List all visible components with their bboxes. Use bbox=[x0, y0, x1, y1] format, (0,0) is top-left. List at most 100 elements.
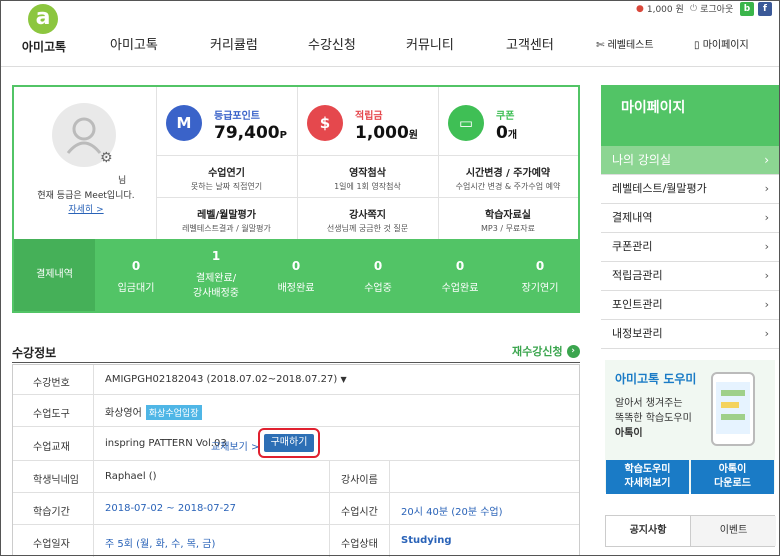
sidebar-item-level-test[interactable]: 레벨테스트/월말평가 › bbox=[601, 175, 779, 204]
logout-link[interactable]: ⏻ 로그아웃 bbox=[690, 2, 733, 16]
atoki-download-label: 다운로드 bbox=[714, 478, 751, 489]
power-icon: ⏻ bbox=[690, 3, 698, 14]
course-info-title: 수강정보 bbox=[12, 346, 57, 360]
sidebar-item-profile[interactable]: 내정보관리 › bbox=[601, 320, 779, 349]
menu-correction[interactable]: 영작첨삭 bbox=[297, 164, 438, 179]
textbook-label: 수업교재 bbox=[33, 442, 70, 453]
menu-teacher-note[interactable]: 강사쪽지 bbox=[297, 206, 438, 221]
chevron-right-icon: › bbox=[764, 298, 769, 311]
points-text: 1,000 원 bbox=[646, 5, 684, 15]
helper-text: 알아서 챙겨주는 똑똑한 학습도우미 아톡이 bbox=[615, 396, 692, 441]
class-status-value: Studying bbox=[401, 535, 452, 546]
status-count: 0 bbox=[373, 259, 383, 273]
divider bbox=[329, 461, 330, 557]
class-tool-value: 화상영어 화상수업입장 bbox=[105, 404, 202, 420]
student-nickname-value: Raphael () bbox=[105, 471, 157, 482]
utensils-icon: ✄ bbox=[596, 40, 605, 51]
chevron-right-icon: › bbox=[764, 182, 769, 195]
sidebar-item-label: 내정보관리 bbox=[612, 327, 663, 340]
atoki-download-button[interactable]: 아톡이 다운로드 bbox=[691, 460, 774, 494]
nav-community[interactable]: 커뮤니티 bbox=[406, 34, 454, 53]
nav-mypage-label: 마이페이지 bbox=[702, 40, 749, 51]
menu-teacher-note-desc: 선생님께 궁금한 것 질문 bbox=[326, 224, 409, 233]
grade-text: 현재 등급은 Meet입니다. bbox=[37, 191, 135, 201]
sidebar-item-coupons[interactable]: 쿠폰관리 › bbox=[601, 233, 779, 262]
nav-curriculum[interactable]: 커리큘럼 bbox=[210, 34, 258, 53]
status-label[interactable]: 결제완료/ 강사배정중 bbox=[176, 271, 256, 301]
sidebar-item-label: 결제내역 bbox=[612, 211, 653, 224]
status-count: 0 bbox=[455, 259, 465, 273]
sidebar-item-points[interactable]: 포인트관리 › bbox=[601, 291, 779, 320]
grade-detail-link[interactable]: 자세히 > bbox=[18, 202, 154, 215]
table-row: 수업일자 주 5회 (월, 화, 수, 목, 금) 수업상태 Studying bbox=[13, 525, 579, 557]
status-label[interactable]: 수업중 bbox=[338, 281, 418, 296]
points-indicator: ● 1,000 원 bbox=[636, 2, 684, 16]
reapply-link[interactable]: 재수강신청 › bbox=[512, 343, 580, 359]
helper-details-label: 자세히보기 bbox=[624, 478, 671, 489]
course-number-select[interactable]: AMIGPGH02182043 (2018.07.02~2018.07.27) … bbox=[105, 374, 347, 385]
tab-event[interactable]: 이벤트 bbox=[691, 516, 776, 546]
menu-schedule-desc: 수업시간 변경 & 주가수업 예약 bbox=[455, 182, 561, 191]
facebook-icon[interactable]: f bbox=[758, 2, 772, 16]
logo[interactable]: a 아미고톡 bbox=[18, 4, 68, 62]
buy-button-highlight: 구매하기 bbox=[258, 428, 320, 458]
table-row: 학생닉네임 Raphael () 강사이름 bbox=[13, 461, 579, 493]
status-label[interactable]: 장기연기 bbox=[500, 281, 580, 296]
course-number-label: 수강번호 bbox=[33, 378, 70, 389]
course-number-value: AMIGPGH02182043 (2018.07.02~2018.07.27) bbox=[105, 374, 338, 385]
payment-history-label[interactable]: 결제내역 bbox=[14, 239, 95, 311]
nav-support[interactable]: 고객센터 bbox=[506, 34, 554, 53]
mypage-header: 마이페이지 bbox=[601, 85, 779, 147]
nav-amigotalk[interactable]: 아미고톡 bbox=[110, 34, 158, 53]
status-label[interactable]: 입금대기 bbox=[96, 281, 176, 296]
blog-icon[interactable]: b bbox=[740, 2, 754, 16]
profile-panel: ⚙ 님 현재 등급은 Meet입니다. 자세히 > M 등급포인트 79,400… bbox=[12, 85, 580, 313]
table-row: 수업도구 화상영어 화상수업입장 bbox=[13, 395, 579, 427]
sidebar-item-payments[interactable]: 결제내역 › bbox=[601, 204, 779, 233]
divider bbox=[12, 362, 580, 363]
sidebar-item-label: 쿠폰관리 bbox=[612, 240, 653, 253]
tab-notice[interactable]: 공지사항 bbox=[606, 516, 691, 546]
nav-level-test[interactable]: ✄ 레벨테스트 bbox=[596, 36, 654, 51]
menu-postpone[interactable]: 수업연기 bbox=[156, 164, 297, 179]
divider bbox=[156, 197, 578, 198]
reward-money-value: 1,000원 bbox=[355, 123, 418, 143]
logo-text: 아미고톡 bbox=[21, 40, 67, 54]
class-tool-label: 수업도구 bbox=[33, 409, 70, 420]
status-label[interactable]: 수업완료 bbox=[420, 281, 500, 296]
view-textbook-link[interactable]: 교재보기 > bbox=[211, 438, 259, 453]
coupon-value: 0개 bbox=[496, 123, 518, 143]
nav-mypage[interactable]: ▯ 마이페이지 bbox=[694, 36, 749, 51]
menu-schedule[interactable]: 시간변경 / 주가예약 bbox=[438, 164, 578, 179]
table-row: 수강번호 AMIGPGH02182043 (2018.07.02~2018.07… bbox=[13, 365, 579, 395]
grade-point-label: 등급포인트 bbox=[214, 111, 260, 122]
sidebar-item-label: 나의 강의실 bbox=[612, 153, 672, 167]
phone-icon bbox=[711, 372, 755, 446]
menu-resources[interactable]: 학습자료실 bbox=[438, 206, 578, 221]
helper-text-line: 아톡이 bbox=[615, 428, 643, 439]
status-label[interactable]: 배정완료 bbox=[256, 281, 336, 296]
sidebar-item-classroom[interactable]: 나의 강의실 › bbox=[601, 146, 779, 175]
helper-details-button[interactable]: 학습도우미자세히보기 bbox=[606, 460, 689, 494]
student-nickname-label: 학생닉네임 bbox=[33, 475, 79, 486]
menu-correction-desc: 1일에 1회 영작첨삭 bbox=[334, 182, 401, 191]
menu-level-eval[interactable]: 레벨/월말평가 bbox=[156, 206, 297, 221]
buy-textbook-button[interactable]: 구매하기 bbox=[264, 434, 314, 452]
notice-tabs: 공지사항 이벤트 bbox=[605, 515, 776, 547]
grade-point-icon: M bbox=[166, 105, 202, 141]
nav-enroll[interactable]: 수강신청 bbox=[308, 34, 356, 53]
divider bbox=[156, 155, 578, 156]
class-status-label: 수업상태 bbox=[341, 539, 378, 550]
payment-status-bar: 결제내역 0 입금대기 1 결제완료/ 강사배정중 0 배정완료 0 수업중 0… bbox=[14, 239, 578, 311]
helper-text-line: 똑똑한 학습도우미 bbox=[615, 413, 692, 424]
nav-divider bbox=[0, 66, 780, 67]
book-icon: ▯ bbox=[694, 40, 700, 51]
gear-icon[interactable]: ⚙ bbox=[100, 150, 113, 166]
class-time-label: 수업시간 bbox=[341, 507, 378, 518]
coupon-label: 쿠폰 bbox=[496, 111, 515, 122]
class-tool-text: 화상영어 bbox=[105, 408, 142, 419]
chevron-right-icon: › bbox=[764, 327, 769, 340]
enter-video-class-button[interactable]: 화상수업입장 bbox=[145, 405, 202, 420]
sidebar-item-rewards[interactable]: 적립금관리 › bbox=[601, 262, 779, 291]
helper-details-label: 학습도우미 bbox=[624, 464, 671, 475]
